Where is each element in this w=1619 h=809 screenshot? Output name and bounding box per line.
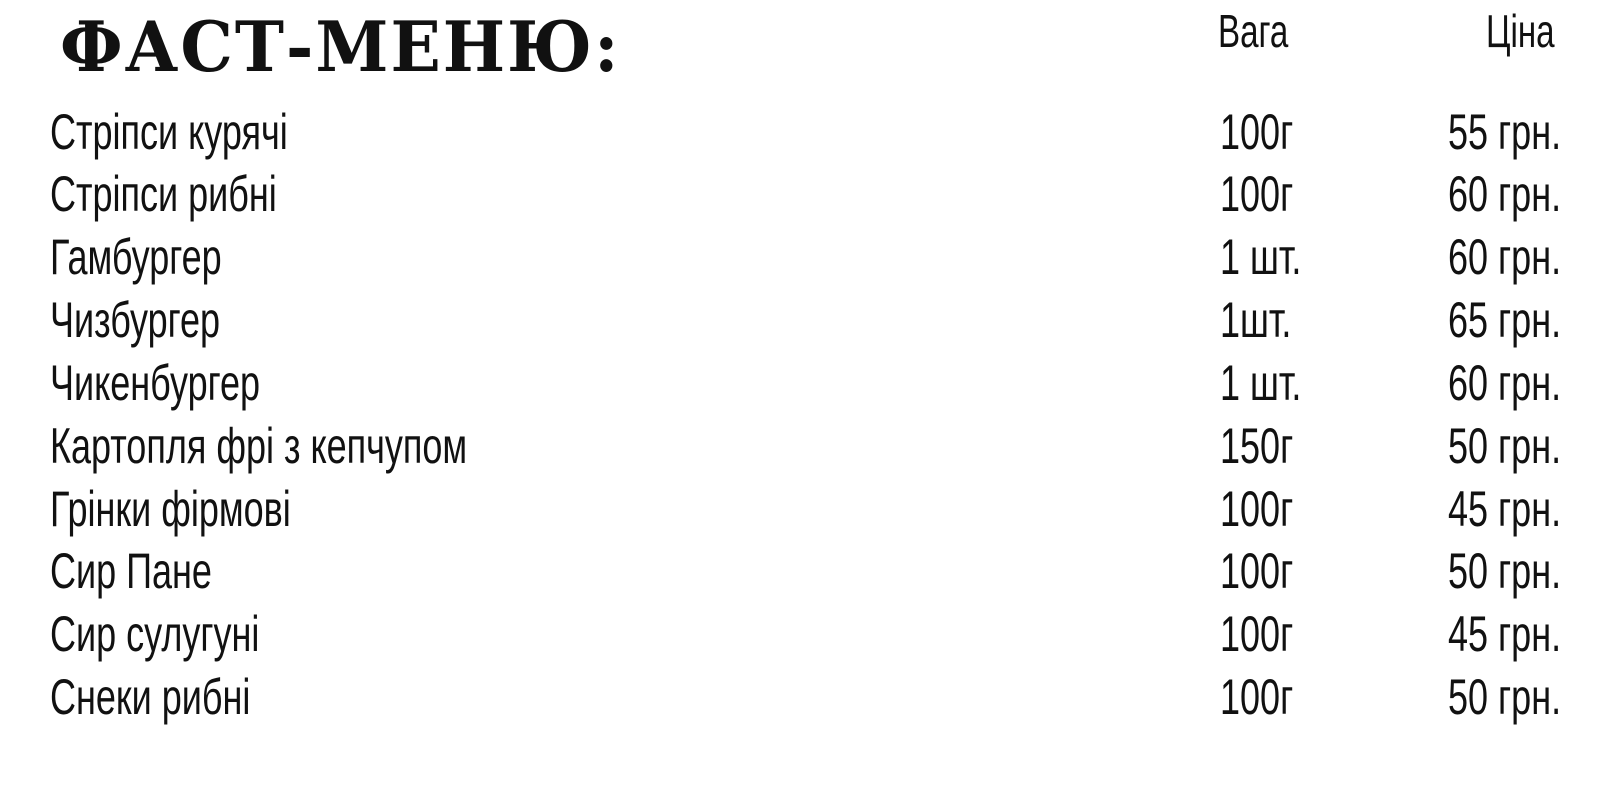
item-weight: 1шт. bbox=[1220, 292, 1292, 348]
menu-item: Чикенбургер 1 шт. 60 грн. bbox=[0, 352, 1619, 414]
item-weight: 100г bbox=[1220, 104, 1294, 160]
item-name: Чизбургер bbox=[50, 292, 221, 348]
menu-item: Сир сулугуні 100г 45 грн. bbox=[0, 603, 1619, 665]
menu-item: Стріпси курячі 100г 55 грн. bbox=[0, 101, 1619, 163]
item-price: 60 грн. bbox=[1448, 355, 1562, 411]
item-price: 60 грн. bbox=[1448, 166, 1562, 222]
item-weight: 100г bbox=[1220, 481, 1294, 537]
item-price: 50 грн. bbox=[1448, 543, 1562, 599]
item-name: Снеки рибні bbox=[50, 669, 251, 725]
item-price: 45 грн. bbox=[1448, 481, 1562, 537]
menu-item: Картопля фрі з кепчупом 150г 50 грн. bbox=[0, 415, 1619, 477]
item-weight: 1 шт. bbox=[1220, 229, 1302, 285]
item-weight: 100г bbox=[1220, 543, 1294, 599]
menu-item: Грінки фірмові 100г 45 грн. bbox=[0, 478, 1619, 540]
price-column-header: Ціна bbox=[1486, 5, 1555, 57]
item-weight: 150г bbox=[1220, 418, 1294, 474]
weight-column-header: Вага bbox=[1218, 5, 1289, 57]
item-name: Сир Пане bbox=[50, 543, 212, 599]
item-weight: 1 шт. bbox=[1220, 355, 1302, 411]
item-name: Чикенбургер bbox=[50, 355, 260, 411]
menu-item: Сир Пане 100г 50 грн. bbox=[0, 540, 1619, 602]
item-price: 60 грн. bbox=[1448, 229, 1562, 285]
fast-menu: ФАСТ-МЕНЮ: Вага Ціна Стріпси курячі 100г… bbox=[0, 0, 1619, 809]
menu-item: Гамбургер 1 шт. 60 грн. bbox=[0, 226, 1619, 288]
item-price: 55 грн. bbox=[1448, 104, 1562, 160]
item-weight: 100г bbox=[1220, 606, 1294, 662]
menu-item: Чизбургер 1шт. 65 грн. bbox=[0, 289, 1619, 351]
menu-item: Стріпси рибні 100г 60 грн. bbox=[0, 163, 1619, 225]
item-price: 50 грн. bbox=[1448, 669, 1562, 725]
item-name: Сир сулугуні bbox=[50, 606, 260, 662]
item-name: Стріпси рибні bbox=[50, 166, 277, 222]
item-name: Картопля фрі з кепчупом bbox=[50, 418, 468, 474]
item-price: 65 грн. bbox=[1448, 292, 1562, 348]
item-price: 45 грн. bbox=[1448, 606, 1562, 662]
item-weight: 100г bbox=[1220, 669, 1294, 725]
item-name: Грінки фірмові bbox=[50, 481, 291, 537]
item-name: Гамбургер bbox=[50, 229, 222, 285]
item-price: 50 грн. bbox=[1448, 418, 1562, 474]
menu-title: ФАСТ-МЕНЮ: bbox=[60, 5, 621, 88]
item-name: Стріпси курячі bbox=[50, 104, 288, 160]
menu-item: Снеки рибні 100г 50 грн. bbox=[0, 666, 1619, 728]
item-weight: 100г bbox=[1220, 166, 1294, 222]
